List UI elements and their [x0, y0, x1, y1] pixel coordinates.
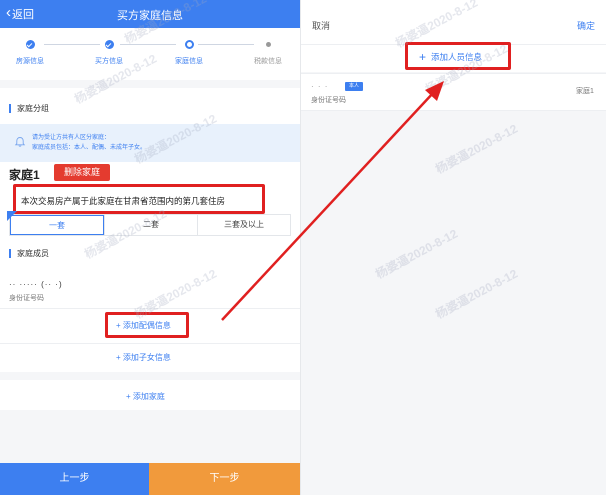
section-family-members: 家庭成员	[9, 248, 49, 259]
progress-steps: 房源信息 买方信息 家庭信息 税款信息	[0, 28, 300, 80]
option-one-house[interactable]: 一套	[10, 215, 104, 235]
step-label: 买方信息	[95, 58, 123, 65]
notice-line-1: 请为受让方共有人区分家庭：	[32, 135, 111, 141]
watermark: 杨婆逼2020-8-12	[433, 121, 520, 177]
family-info-screen: ‹ 返回 买方家庭信息 房源信息 买方信息 家庭信息 税款信息 家庭分组 请为受…	[0, 0, 300, 495]
step-check-icon	[104, 40, 114, 49]
option-two-houses[interactable]: 二套	[104, 215, 197, 235]
step-family-info: 家庭信息	[159, 40, 219, 66]
housing-count-selector: 一套 二套 三套及以上	[7, 211, 291, 236]
add-person-screen: 取消 确定 + 添加人员信息 · · · 本人 身份证号码 家庭1 杨婆逼202…	[300, 0, 606, 495]
add-family-button[interactable]: + 添加家庭	[126, 391, 165, 402]
step-label: 家庭信息	[175, 58, 203, 65]
family-name: 家庭1	[9, 168, 40, 182]
next-step-button[interactable]: 下一步	[149, 463, 300, 495]
person-list-item[interactable]: · · · 本人 身份证号码 家庭1	[301, 73, 606, 111]
divider	[0, 343, 300, 344]
person-family: 家庭1	[576, 88, 594, 95]
option-three-plus-houses[interactable]: 三套及以上	[197, 215, 290, 235]
add-spouse-button[interactable]: + 添加配偶信息	[116, 320, 171, 331]
watermark: 杨婆逼2020-8-12	[433, 266, 520, 322]
section-title: 家庭分组	[17, 104, 49, 113]
notice-banner: 请为受让方共有人区分家庭： 家庭成员包括：本人、配偶、未成年子女。	[0, 124, 300, 162]
person-name: · · ·	[311, 82, 329, 91]
self-badge: 本人	[345, 82, 363, 91]
member-id-label: 身份证号码	[9, 295, 44, 302]
divider	[0, 308, 300, 309]
notice-line-2: 家庭成员包括：本人、配偶、未成年子女。	[32, 145, 147, 151]
confirm-button[interactable]: 确定	[577, 19, 595, 32]
family-group-card	[0, 88, 300, 270]
step-property-info: 房源信息	[0, 40, 60, 66]
bottom-action-bar: 上一步 下一步	[0, 463, 300, 495]
step-label: 税款信息	[254, 58, 282, 65]
step-tax-info: 税款信息	[238, 40, 298, 66]
section-accent-bar	[9, 249, 11, 258]
delete-family-button[interactable]: 删除家庭	[54, 164, 110, 181]
plus-icon: +	[419, 49, 427, 64]
add-person-button[interactable]: + 添加人员信息	[419, 51, 482, 63]
picker-header: 取消 确定	[301, 0, 606, 44]
watermark: 杨婆逼2020-8-12	[373, 226, 460, 282]
previous-step-button[interactable]: 上一步	[0, 463, 149, 495]
step-check-icon	[25, 40, 35, 49]
section-title: 家庭成员	[17, 249, 49, 258]
step-pending-icon	[265, 42, 271, 47]
cancel-button[interactable]: 取消	[312, 19, 330, 32]
housing-count-question: 本次交易房产属于此家庭在甘肃省范围内的第几套住房	[21, 196, 226, 206]
step-current-icon	[184, 40, 194, 49]
member-card[interactable]	[0, 270, 300, 308]
step-label: 房源信息	[16, 58, 44, 65]
person-id-label: 身份证号码	[311, 97, 346, 104]
nav-bar: ‹ 返回 买方家庭信息	[0, 0, 300, 28]
section-family-group: 家庭分组	[9, 103, 49, 114]
step-buyer-info: 买方信息	[79, 40, 139, 66]
bell-icon	[14, 137, 26, 147]
add-child-button[interactable]: + 添加子女信息	[116, 352, 171, 363]
add-person-label: 添加人员信息	[431, 52, 483, 62]
section-accent-bar	[9, 104, 11, 113]
housing-count-question-highlight: 本次交易房产属于此家庭在甘肃省范围内的第几套住房	[13, 184, 265, 214]
page-title: 买方家庭信息	[117, 10, 183, 22]
member-name: ·· ····· (·· ·)	[9, 280, 63, 289]
